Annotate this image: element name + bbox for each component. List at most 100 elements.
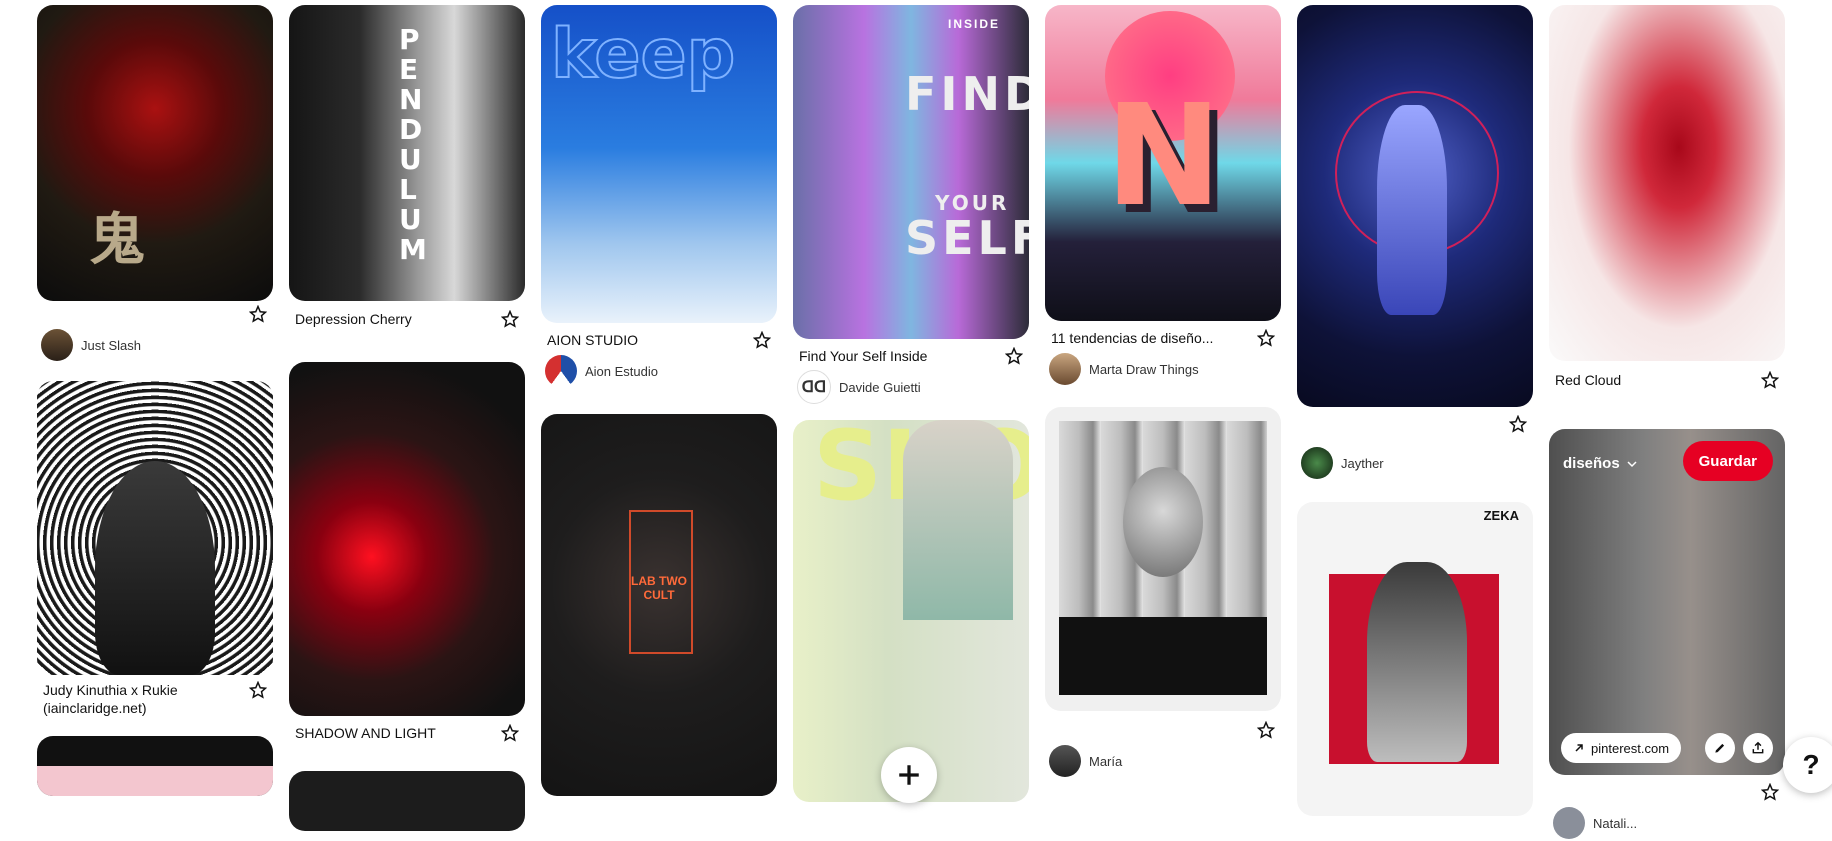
pin-card[interactable]: PENDULUM Depression Cherry [289,5,525,332]
poster-find: FIND [905,67,1029,121]
pin-image[interactable]: ZEKA [1297,502,1533,816]
pin-card[interactable]: SHADOW AND LIGHT [289,362,525,746]
board-selector[interactable]: diseños [1563,455,1638,472]
star-icon[interactable] [1761,371,1779,389]
pin-image[interactable] [37,381,273,675]
avatar: ᗡᗡ [797,370,831,404]
poster-self: SELF [905,211,1029,265]
pin-image[interactable]: INSIDE FIND YOUR SELF [793,5,1029,339]
pin-image[interactable] [1045,407,1281,711]
pin-image[interactable]: LAB TWO CULT [541,414,777,796]
column-4: INSIDE FIND YOUR SELF Find Your Self Ins… [793,0,1029,802]
poster-kanji: 鬼 [89,208,145,273]
star-icon[interactable] [249,305,267,323]
pin-image[interactable]: keep [541,5,777,323]
pin-image[interactable] [1297,5,1533,407]
star-icon[interactable] [1509,415,1527,433]
pin-card[interactable]: Red Cloud [1549,5,1785,393]
avatar [1049,745,1081,777]
column-7: Red Cloud diseños Guardar pinterest.com [1549,0,1785,841]
pin-card[interactable]: Judy Kinuthia x Rukie (iainclaridge.net) [37,381,273,721]
pin-author[interactable]: Jayther [1297,445,1533,481]
pin-image[interactable] [37,736,273,796]
star-icon[interactable] [501,724,519,742]
author-name: Just Slash [81,337,141,353]
share-icon [1752,741,1764,754]
author-name: Jayther [1341,455,1384,471]
pin-title[interactable]: SHADOW AND LIGHT [295,725,436,741]
pencil-icon [1715,743,1725,753]
pin-meta: Depression Cherry [289,306,525,332]
pin-image[interactable]: N [1045,5,1281,321]
pin-title[interactable]: Red Cloud [1555,372,1621,388]
pin-card[interactable]: ZEKA [1297,502,1533,816]
pin-card[interactable]: María [1045,407,1281,779]
column-1: 鬼 Just Slash Judy Kinuthia x Rukie (iain… [37,0,273,796]
avatar [1049,353,1081,385]
author-name: Natali... [1593,815,1638,831]
domain-link[interactable]: pinterest.com [1561,733,1682,763]
pin-meta: Red Cloud [1549,367,1785,393]
pin-card[interactable]: 鬼 Just Slash [37,0,273,363]
pin-meta: AION STUDIO [541,327,777,353]
domain-text: pinterest.com [1591,740,1670,756]
poster-logo: ZEKA [1483,508,1519,523]
avatar [1553,807,1585,839]
pin-meta [37,301,273,327]
share-button[interactable] [1743,733,1773,763]
pin-author[interactable]: ᗡᗡ Davide Guietti [793,369,1029,405]
pin-card[interactable] [289,771,525,831]
star-icon[interactable] [1761,783,1779,801]
pin-meta: 11 tendencias de diseño... [1045,325,1281,351]
author-name: Aion Estudio [585,363,658,379]
pin-author[interactable]: Aion Estudio [541,353,777,389]
pin-meta: Find Your Self Inside [793,343,1029,369]
author-name: María [1089,753,1123,769]
poster-title: LAB TWO CULT [631,574,687,602]
star-icon[interactable] [249,681,267,699]
pin-card[interactable]: keep AION STUDIO Aion Estudio [541,5,777,389]
pin-image[interactable] [1549,5,1785,361]
star-icon[interactable] [753,331,771,349]
pin-author[interactable]: Marta Draw Things [1045,351,1281,387]
pin-image[interactable]: 鬼 [37,5,273,301]
board-name: diseños [1563,455,1620,472]
pin-title[interactable]: AION STUDIO [547,332,638,348]
pin-card[interactable]: LAB TWO CULT [541,414,777,796]
poster-title: keep [550,14,736,95]
edit-button[interactable] [1705,733,1735,763]
star-icon[interactable] [501,310,519,328]
pin-card[interactable]: N 11 tendencias de diseño... Marta Draw … [1045,5,1281,387]
pin-author[interactable]: Just Slash [37,327,273,363]
pin-card[interactable]: SHO [793,420,1029,802]
pin-image[interactable]: diseños Guardar pinterest.com [1549,429,1785,775]
column-2: PENDULUM Depression Cherry SHADOW AND LI… [289,0,525,831]
pin-image[interactable]: PENDULUM [289,5,525,301]
pin-title[interactable]: Judy Kinuthia x Rukie (iainclaridge.net) [43,681,243,717]
pin-title[interactable]: 11 tendencias de diseño... [1051,330,1213,346]
pin-card-hovered[interactable]: diseños Guardar pinterest.com Natali... [1549,429,1785,841]
help-button[interactable]: ? [1783,737,1832,793]
pin-image[interactable] [289,771,525,831]
avatar [41,329,73,361]
poster-title: PENDULUM [399,23,427,266]
star-icon[interactable] [1005,347,1023,365]
pin-card[interactable]: INSIDE FIND YOUR SELF Find Your Self Ins… [793,5,1029,405]
plus-icon [899,765,919,785]
pin-title[interactable]: Depression Cherry [295,311,412,327]
star-icon[interactable] [1257,721,1275,739]
pin-author[interactable]: María [1045,743,1281,779]
pin-author[interactable]: Natali... [1549,805,1785,841]
star-icon[interactable] [1257,329,1275,347]
pin-image[interactable] [289,362,525,716]
pin-image[interactable]: SHO [793,420,1029,802]
add-pin-button[interactable] [881,747,937,803]
pin-card[interactable]: Jayther [1297,5,1533,481]
avatar [1301,447,1333,479]
column-3: keep AION STUDIO Aion Estudio LAB TWO CU… [541,0,777,796]
author-name: Marta Draw Things [1089,361,1199,377]
pin-card[interactable] [37,736,273,796]
chevron-down-icon [1627,460,1637,467]
pin-title[interactable]: Find Your Self Inside [799,348,927,364]
save-button[interactable]: Guardar [1682,441,1773,481]
